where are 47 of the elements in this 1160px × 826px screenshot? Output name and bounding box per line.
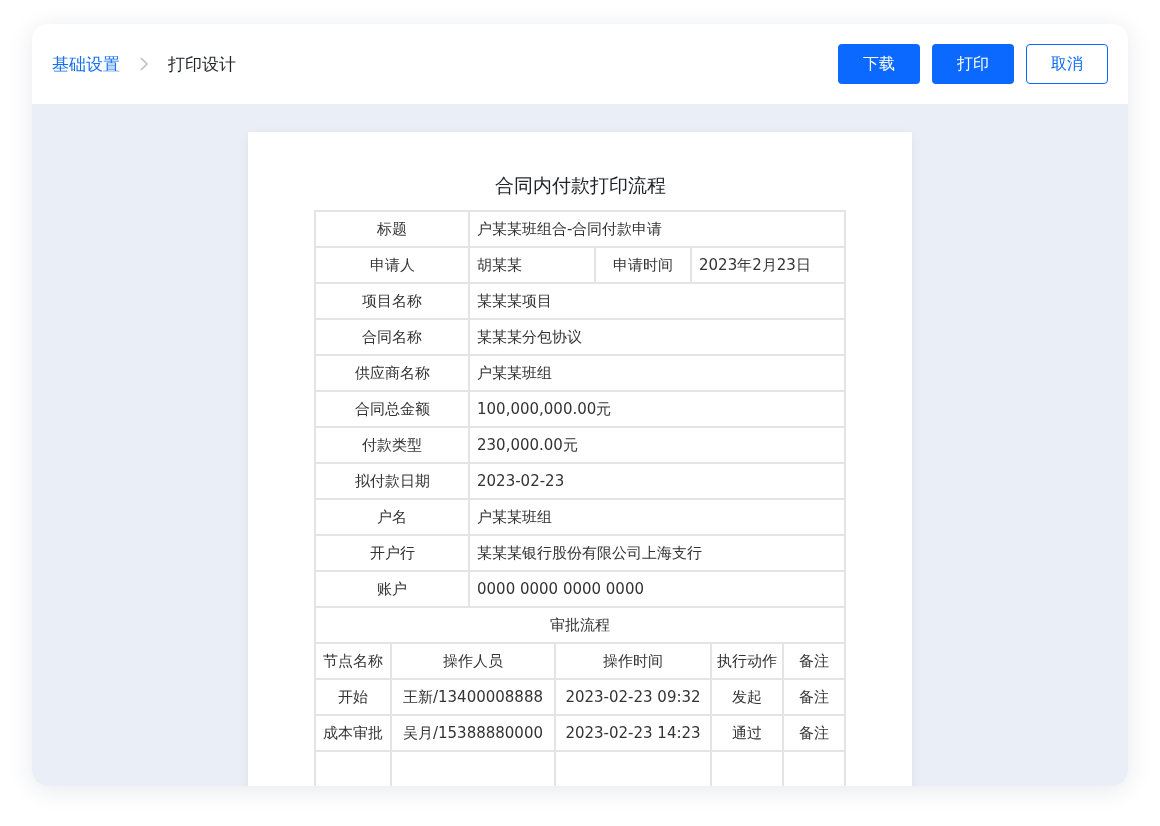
- field-value: 2023-02-23: [469, 463, 845, 499]
- field-value: 胡某某: [469, 247, 595, 283]
- primary-button[interactable]: 下载: [838, 44, 920, 84]
- field-label: 账户: [315, 571, 469, 607]
- cancel-button[interactable]: 取消: [1026, 44, 1108, 84]
- breadcrumb-link[interactable]: 基础设置: [52, 52, 120, 76]
- field-label: 开户行: [315, 535, 469, 571]
- field-value: 0000 0000 0000 0000: [469, 571, 845, 607]
- column-header: 操作人员: [391, 643, 555, 679]
- table-cell: 备注: [783, 715, 845, 751]
- table-cell: 发起: [711, 679, 783, 715]
- document-title: 合同内付款打印流程: [494, 173, 666, 198]
- column-header: 操作时间: [555, 643, 711, 679]
- field-label: 合同总金额: [315, 391, 469, 427]
- field-value: 某某某分包协议: [469, 319, 845, 355]
- field-value: 2023年2月23日: [691, 247, 845, 283]
- field-value: 户某某班组合-合同付款申请: [469, 211, 845, 247]
- column-header: 备注: [783, 643, 845, 679]
- field-label: 申请时间: [595, 247, 691, 283]
- table-cell: 王新/13400008888: [391, 679, 555, 715]
- field-value: 户某某班组: [469, 499, 845, 535]
- section-title: 审批流程: [315, 607, 845, 643]
- field-label: 户名: [315, 499, 469, 535]
- field-label: 项目名称: [315, 283, 469, 319]
- table-cell: 开始: [315, 679, 391, 715]
- field-label: 合同名称: [315, 319, 469, 355]
- field-label: 付款类型: [315, 427, 469, 463]
- table-cell: 2023-02-23 14:23: [555, 715, 711, 751]
- table-cell: 2023-02-23 09:32: [555, 679, 711, 715]
- primary-button[interactable]: 打印: [932, 44, 1014, 84]
- column-header: 执行动作: [711, 643, 783, 679]
- breadcrumb-current: 打印设计: [168, 52, 236, 76]
- field-label: 申请人: [315, 247, 469, 283]
- table-cell: 成本审批: [315, 715, 391, 751]
- field-value: 某某某银行股份有限公司上海支行: [469, 535, 845, 571]
- field-label: 供应商名称: [315, 355, 469, 391]
- field-value: 某某某项目: [469, 283, 845, 319]
- table-cell: 吴月/15388880000: [391, 715, 555, 751]
- field-value: 户某某班组: [469, 355, 845, 391]
- table-cell: 通过: [711, 715, 783, 751]
- field-value: 230,000.00元: [469, 427, 845, 463]
- field-label: 拟付款日期: [315, 463, 469, 499]
- column-header: 节点名称: [315, 643, 391, 679]
- chevron-right-icon: [140, 57, 148, 71]
- field-label: 标题: [315, 211, 469, 247]
- table-cell: 备注: [783, 679, 845, 715]
- field-value: 100,000,000.00元: [469, 391, 845, 427]
